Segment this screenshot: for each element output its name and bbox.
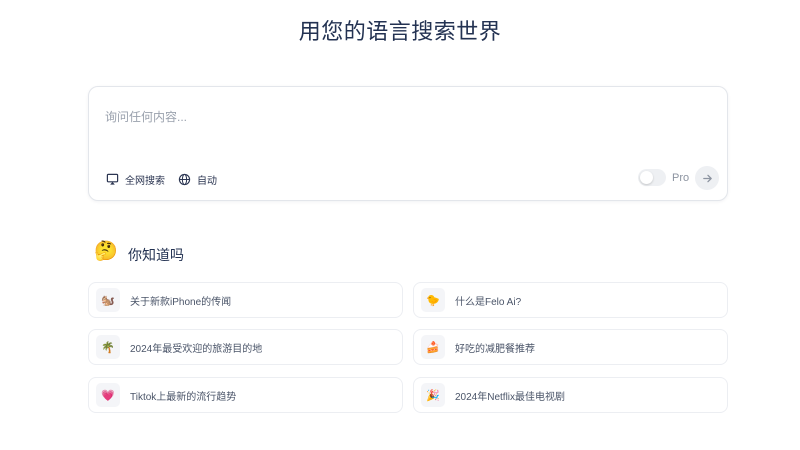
arrow-right-icon — [702, 174, 712, 182]
suggestion-label: 好吃的减肥餐推荐 — [455, 343, 535, 355]
chipmunk-icon: 🐿️ — [96, 288, 120, 312]
chick-icon: 🐤 — [421, 288, 445, 312]
suggestion-card[interactable]: 🌴 2024年最受欢迎的旅游目的地 — [88, 329, 403, 365]
search-input[interactable] — [105, 107, 665, 127]
page-title: 用您的语言搜索世界 — [298, 19, 502, 44]
palm-tree-icon: 🌴 — [96, 335, 120, 359]
suggestion-label: Tiktok上最新的流行趋势 — [130, 391, 237, 403]
heart-icon: 💗 — [96, 383, 120, 407]
globe-icon — [178, 173, 191, 185]
web-search-option[interactable]: 全网搜索 — [106, 171, 165, 187]
cake-icon: 🍰 — [421, 335, 445, 359]
web-monitor-icon — [106, 173, 119, 185]
suggestion-card[interactable]: 💗 Tiktok上最新的流行趋势 — [88, 377, 403, 413]
did-you-know-title: 你知道吗 — [128, 247, 184, 263]
suggestion-label: 2024年Netflix最佳电视剧 — [455, 391, 566, 403]
web-search-label: 全网搜索 — [125, 175, 165, 187]
suggestion-label: 2024年最受欢迎的旅游目的地 — [130, 343, 263, 355]
party-popper-icon: 🎉 — [421, 383, 445, 407]
pro-label: Pro — [672, 172, 690, 184]
language-option[interactable]: 自动 — [178, 171, 217, 187]
suggestion-label: 关于新款iPhone的传闻 — [130, 296, 232, 308]
suggestion-card[interactable]: 🍰 好吃的减肥餐推荐 — [413, 329, 728, 365]
search-box: 全网搜索 自动 Pro — [88, 86, 728, 201]
send-button[interactable] — [695, 166, 719, 190]
thinking-face-icon: 🤔 — [94, 241, 118, 262]
suggestion-card[interactable]: 🐤 什么是Felo Ai? — [413, 282, 728, 318]
pro-toggle[interactable] — [638, 169, 666, 186]
language-label: 自动 — [197, 175, 217, 187]
suggestion-card[interactable]: 🎉 2024年Netflix最佳电视剧 — [413, 377, 728, 413]
suggestion-card[interactable]: 🐿️ 关于新款iPhone的传闻 — [88, 282, 403, 318]
suggestion-label: 什么是Felo Ai? — [455, 296, 522, 308]
pro-toggle-knob — [640, 171, 653, 184]
